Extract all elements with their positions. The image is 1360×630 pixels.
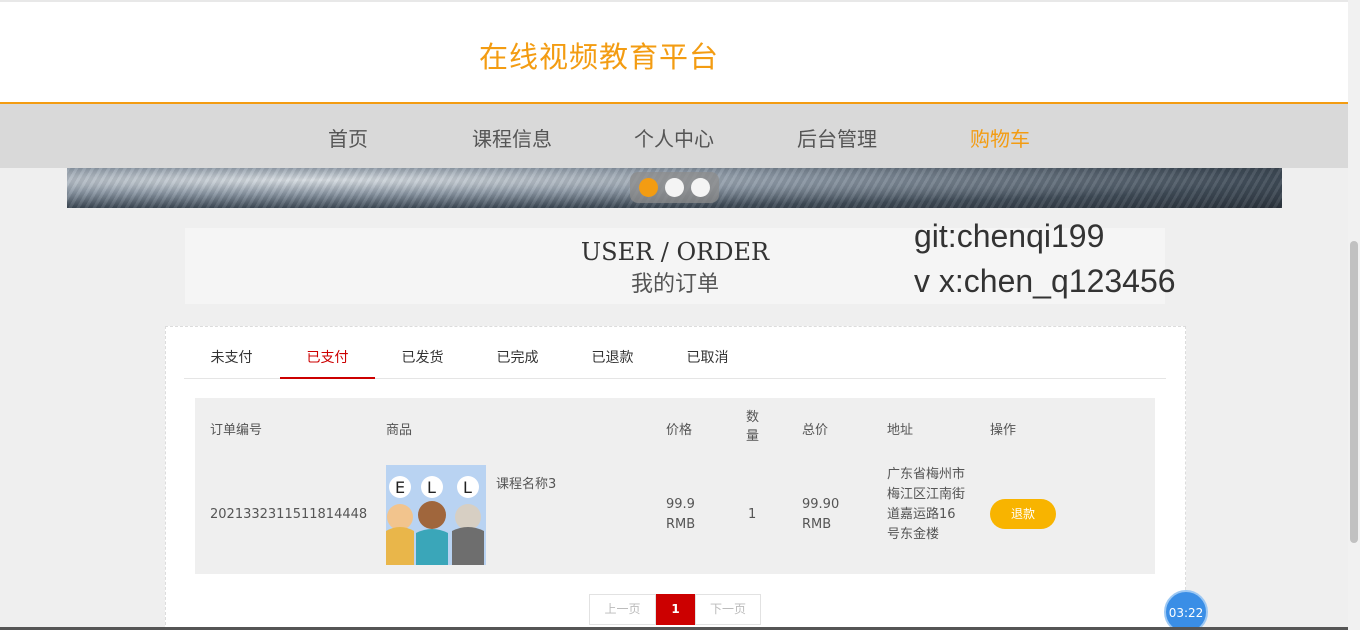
product-name[interactable]: 课程名称3 bbox=[496, 475, 556, 495]
scrollbar-thumb[interactable] bbox=[1350, 241, 1358, 543]
carousel-dot-1[interactable] bbox=[639, 178, 658, 197]
header-product: 商品 bbox=[386, 423, 413, 438]
header-quantity: 数量 bbox=[746, 410, 760, 444]
tab-completed[interactable]: 已完成 bbox=[470, 327, 565, 379]
carousel-indicators bbox=[630, 172, 719, 203]
total-price: 99.90 RMB bbox=[802, 497, 840, 532]
next-page-button[interactable]: 下一页 bbox=[695, 594, 761, 625]
header-order-no: 订单编号 bbox=[210, 423, 263, 438]
shipping-address: 广东省梅州市梅江区江南街道嘉运路16号东金楼 bbox=[887, 467, 966, 542]
svg-text:E: E bbox=[395, 478, 405, 497]
main-nav: 首页 课程信息 个人中心 后台管理 购物车 bbox=[0, 104, 1348, 168]
tab-shipped[interactable]: 已发货 bbox=[375, 327, 470, 379]
refund-button[interactable]: 退款 bbox=[990, 499, 1056, 529]
header-action: 操作 bbox=[990, 423, 1017, 438]
tab-refunded[interactable]: 已退款 bbox=[565, 327, 660, 379]
nav-item-home[interactable]: 首页 bbox=[328, 123, 368, 152]
order-card: 未支付 已支付 已发货 已完成 已退款 已取消 订单编号 商品 价格 数量 总价… bbox=[165, 326, 1186, 630]
carousel-dot-3[interactable] bbox=[691, 178, 710, 197]
order-status-tabs: 未支付 已支付 已发货 已完成 已退款 已取消 bbox=[184, 327, 1166, 379]
svg-text:L: L bbox=[427, 478, 436, 497]
site-header: 在线视频教育平台 bbox=[0, 0, 1348, 104]
tab-unpaid[interactable]: 未支付 bbox=[184, 327, 279, 379]
watermark-line-1: git:chenqi199 bbox=[914, 218, 1105, 254]
nav-item-courses[interactable]: 课程信息 bbox=[472, 123, 552, 152]
nav-item-admin[interactable]: 后台管理 bbox=[797, 123, 877, 152]
vertical-scrollbar[interactable] bbox=[1348, 0, 1360, 630]
tab-cancelled[interactable]: 已取消 bbox=[660, 327, 755, 379]
current-page[interactable]: 1 bbox=[656, 594, 695, 625]
quantity: 1 bbox=[748, 507, 757, 522]
product-thumbnail[interactable]: E L L bbox=[386, 465, 486, 565]
watermark-line-2: v x:chen_q123456 bbox=[914, 263, 1176, 299]
header-total: 总价 bbox=[802, 423, 829, 438]
recording-timer: 03:22 bbox=[1164, 590, 1208, 630]
site-title: 在线视频教育平台 bbox=[479, 40, 720, 74]
header-price: 价格 bbox=[666, 423, 693, 438]
nav-item-cart[interactable]: 购物车 bbox=[970, 123, 1030, 152]
price: 99.9 RMB bbox=[666, 497, 696, 532]
pagination: 上一页 1 下一页 bbox=[589, 594, 761, 625]
header-address: 地址 bbox=[887, 423, 914, 438]
prev-page-button[interactable]: 上一页 bbox=[589, 594, 656, 625]
nav-item-profile[interactable]: 个人中心 bbox=[634, 123, 714, 152]
svg-text:L: L bbox=[463, 478, 472, 497]
carousel-dot-2[interactable] bbox=[665, 178, 684, 197]
order-number: 2021332311511814448 bbox=[210, 507, 368, 522]
product-image: E L L bbox=[386, 465, 486, 565]
tab-paid[interactable]: 已支付 bbox=[280, 327, 375, 379]
order-table: 订单编号 商品 价格 数量 总价 地址 操作 20213323115118144… bbox=[195, 398, 1155, 574]
